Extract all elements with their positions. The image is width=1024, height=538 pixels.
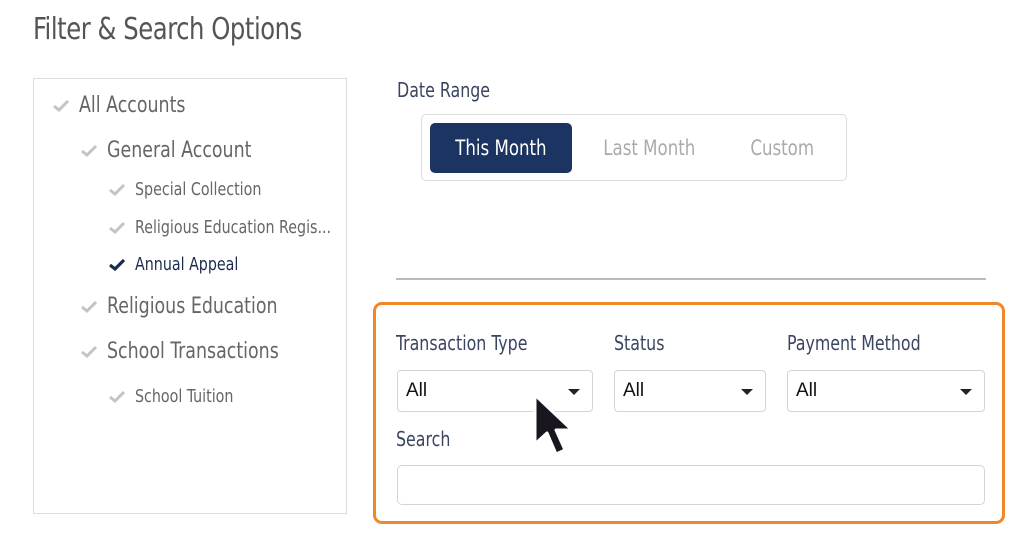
tree-item-school-tuition[interactable]: School Tuition	[108, 386, 247, 407]
account-tree-panel: All Accounts General Account Special Col…	[33, 78, 347, 514]
checkmark-icon	[52, 99, 70, 113]
page-title: Filter & Search Options	[33, 12, 302, 47]
tree-item-label: School Transactions	[107, 339, 279, 364]
checkmark-icon	[80, 345, 98, 359]
checkmark-icon	[80, 300, 98, 314]
checkmark-icon	[108, 390, 126, 404]
payment-method-label: Payment Method	[787, 331, 921, 355]
filter-search-page: Filter & Search Options All Accounts Gen…	[0, 0, 1024, 538]
tree-item-label: General Account	[107, 138, 252, 163]
search-input[interactable]	[397, 465, 985, 505]
select-value: All	[623, 380, 645, 401]
section-divider	[396, 278, 986, 280]
tree-item-religious-education[interactable]: Religious Education	[80, 294, 301, 319]
checkmark-icon	[108, 221, 126, 235]
checkmark-icon	[108, 183, 126, 197]
status-select[interactable]: All	[614, 370, 766, 412]
select-value: All	[796, 380, 818, 401]
tree-item-label: Religious Education	[107, 294, 278, 319]
tree-item-annual-appeal[interactable]: Annual Appeal	[108, 254, 252, 275]
select-value: All	[406, 380, 428, 401]
button-label: Custom	[750, 136, 814, 160]
date-range-label: Date Range	[397, 78, 491, 102]
status-label: Status	[614, 331, 665, 355]
tree-item-label: Special Collection	[135, 179, 262, 200]
search-label: Search	[396, 427, 451, 451]
chevron-down-icon	[741, 389, 753, 395]
tree-item-label: All Accounts	[79, 93, 186, 118]
date-range-toggle: This Month Last Month Custom	[421, 114, 847, 181]
tree-item-religious-education-registration[interactable]: Religious Education Regis...	[108, 217, 358, 238]
tree-item-school-transactions[interactable]: School Transactions	[80, 339, 302, 364]
chevron-down-icon	[960, 389, 972, 395]
checkmark-icon	[80, 144, 98, 158]
tree-item-label: School Tuition	[135, 386, 234, 407]
tree-item-label: Annual Appeal	[135, 254, 239, 275]
date-range-this-month-button[interactable]: This Month	[430, 123, 572, 173]
transaction-type-select[interactable]: All	[397, 370, 593, 412]
checkmark-icon	[108, 258, 126, 272]
date-range-custom-button[interactable]: Custom	[727, 123, 837, 173]
date-range-last-month-button[interactable]: Last Month	[582, 123, 717, 173]
button-label: Last Month	[603, 136, 696, 160]
payment-method-select[interactable]: All	[787, 370, 985, 412]
tree-item-special-collection[interactable]: Special Collection	[108, 179, 279, 200]
tree-item-general-account[interactable]: General Account	[80, 138, 271, 163]
button-label: This Month	[455, 136, 547, 160]
chevron-down-icon	[568, 389, 580, 395]
tree-item-all-accounts[interactable]: All Accounts	[52, 93, 200, 118]
transaction-type-label: Transaction Type	[396, 331, 528, 355]
tree-item-label: Religious Education Regis...	[135, 217, 332, 238]
